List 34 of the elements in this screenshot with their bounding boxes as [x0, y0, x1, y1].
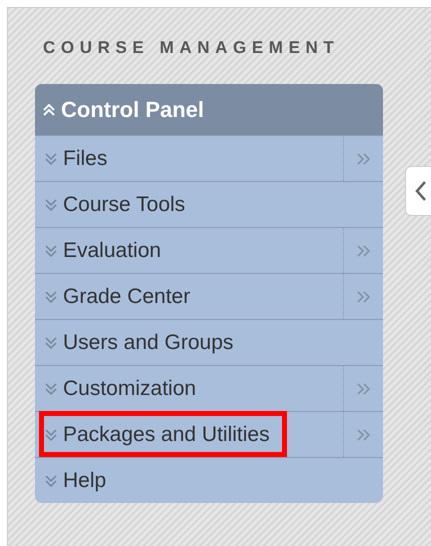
double-chevron-down-icon: [45, 198, 57, 210]
double-chevron-right-icon: [356, 382, 370, 394]
double-chevron-right-icon: [356, 152, 370, 164]
menu-label: Course Tools: [62, 192, 186, 218]
double-chevron-up-icon: [43, 104, 55, 116]
menu-item[interactable]: Files: [35, 135, 383, 181]
double-chevron-down-icon: [45, 474, 57, 486]
collapse-tab[interactable]: [405, 166, 431, 216]
double-chevron-right-icon: [356, 290, 370, 302]
section-heading: COURSE MANAGEMENT: [43, 38, 340, 58]
menu-item[interactable]: Customization: [35, 365, 383, 411]
double-chevron-right-icon: [356, 244, 370, 256]
double-chevron-down-icon: [45, 152, 57, 164]
menu-item[interactable]: Users and Groups: [35, 319, 383, 365]
menu-label: Help: [62, 468, 108, 494]
double-chevron-down-icon: [45, 336, 57, 348]
double-chevron-down-icon: [45, 244, 57, 256]
menu-label: Evaluation: [62, 238, 162, 264]
menu-label: Packages and Utilities: [62, 422, 271, 448]
menu-label: Files: [62, 146, 108, 172]
chevron-left-icon: [414, 180, 426, 202]
menu-item[interactable]: Course Tools: [35, 181, 383, 227]
double-chevron-down-icon: [45, 382, 57, 394]
menu-label: Customization: [62, 376, 198, 402]
double-chevron-down-icon: [45, 290, 57, 302]
menu-label: Users and Groups: [62, 330, 234, 356]
menu-item[interactable]: Evaluation: [35, 227, 383, 273]
double-chevron-down-icon: [45, 428, 57, 440]
menu-item[interactable]: Help: [35, 457, 383, 503]
menu-label: Grade Center: [62, 284, 192, 310]
panel-header[interactable]: Control Panel: [35, 84, 383, 135]
menu-item[interactable]: Packages and Utilities: [35, 411, 383, 457]
double-chevron-right-icon: [356, 428, 370, 440]
menu-item[interactable]: Grade Center: [35, 273, 383, 319]
